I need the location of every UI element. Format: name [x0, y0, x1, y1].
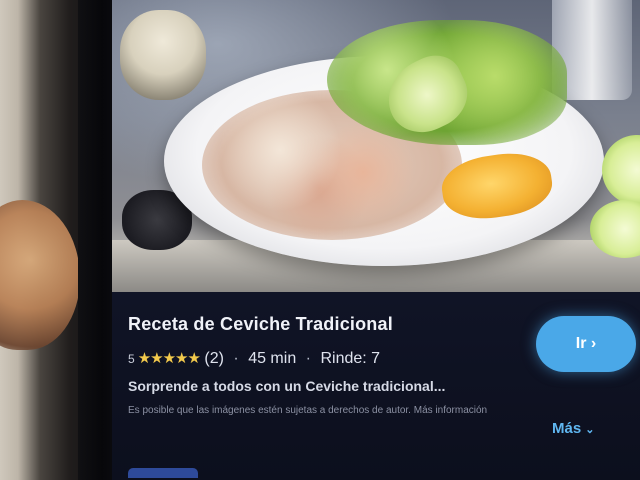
recipe-meta-row: 5 ★★★★★ (2) · 45 min · Rinde: 7: [128, 349, 380, 368]
side-bowl: [120, 10, 206, 100]
phone-screen: Receta de Ceviche Tradicional 5 ★★★★★ (2)…: [112, 0, 640, 480]
more-button[interactable]: Más ⌄: [552, 420, 594, 437]
cook-time: 45 min: [248, 350, 297, 367]
next-card-edge: [128, 468, 198, 478]
lime-half: [602, 135, 640, 205]
review-count: (2): [204, 350, 224, 367]
recipe-description: Sorprende a todos con un Ceviche tradici…: [128, 378, 446, 394]
rating-value: 5: [128, 352, 135, 366]
servings: Rinde: 7: [320, 350, 381, 367]
copyright-disclaimer[interactable]: Es posible que las imágenes estén sujeta…: [128, 404, 558, 417]
thumb: [0, 200, 80, 350]
recipe-image[interactable]: [112, 0, 640, 292]
chevron-down-icon: ⌄: [585, 424, 595, 436]
recipe-info-card: Receta de Ceviche Tradicional 5 ★★★★★ (2)…: [112, 292, 640, 480]
photo-of-phone-screen: Receta de Ceviche Tradicional 5 ★★★★★ (2)…: [0, 0, 640, 480]
more-label: Más: [552, 420, 582, 437]
star-icon: ★★★★★: [137, 350, 201, 367]
meta-separator: ·: [305, 350, 311, 367]
recipe-title[interactable]: Receta de Ceviche Tradicional: [128, 314, 393, 335]
go-button[interactable]: Ir ›: [536, 316, 636, 372]
meta-separator: ·: [233, 350, 239, 367]
